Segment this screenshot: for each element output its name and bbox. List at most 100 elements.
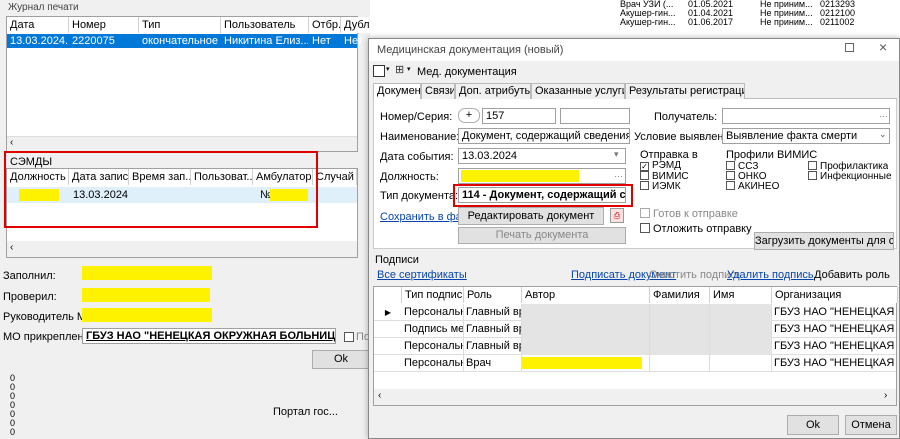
profile-checkbox[interactable] [808, 161, 817, 170]
portal-label: Портал гос... [273, 406, 338, 418]
add-number-button[interactable]: + [458, 108, 480, 123]
signature-surname [650, 355, 710, 372]
delete-signature-link[interactable]: Удалить подпись [727, 269, 814, 281]
condition-select[interactable]: Выявление факта смерти [722, 128, 890, 144]
column-header[interactable]: Организация [772, 287, 898, 303]
table-cell: Никитина Елиз... [224, 35, 308, 47]
dropdown-arrow-icon[interactable]: ▾ [386, 65, 390, 73]
column-header[interactable]: Роль [464, 287, 522, 303]
ellipsis-icon[interactable]: … [614, 169, 623, 179]
signature-type: Подпись ме... [402, 321, 464, 338]
load-docs-button[interactable]: Загрузить документы для связи [754, 232, 894, 250]
column-header[interactable]: Дата записи [69, 169, 129, 185]
tab-4[interactable]: Результаты регистрации [625, 83, 745, 99]
delay-checkbox-row[interactable]: Отложить отправку [640, 223, 752, 235]
print-journal-row[interactable]: 13.03.2024... 2220075 окончательное Никитин… [7, 34, 363, 48]
column-header[interactable]: Тип [139, 17, 221, 33]
doc-type-field[interactable]: 114 - Документ, содержащий свед [458, 187, 626, 203]
calendar-dropdown-icon[interactable]: ▾ [614, 149, 619, 160]
column-header[interactable]: Автор [522, 287, 650, 303]
send-option-checkbox[interactable] [640, 181, 649, 190]
tab-0[interactable]: Документ [373, 83, 421, 99]
dialog-cancel-button[interactable]: Отмена [845, 415, 897, 435]
column-header[interactable]: Пользователь [221, 17, 309, 33]
ready-checkbox-row[interactable]: Готов к отправке [640, 208, 738, 220]
scroll-left-icon[interactable]: ‹ [10, 242, 13, 253]
print-document-button[interactable]: Печать документа [458, 227, 626, 244]
horizontal-scrollbar[interactable]: ‹ [7, 241, 357, 257]
scroll-left-icon[interactable]: ‹ [378, 390, 381, 401]
tab-1[interactable]: Связи [421, 83, 455, 99]
dropdown-arrow-icon[interactable]: ▾ [407, 65, 411, 73]
column-header[interactable]: Номер [69, 17, 139, 33]
table-cell: 2220075 [72, 35, 115, 47]
column-header[interactable]: Амбулатор... [253, 169, 313, 185]
profile-checkbox[interactable] [726, 181, 735, 190]
profile-option-row[interactable]: АКИНЕО [726, 181, 779, 192]
column-header[interactable]: Отбр... [309, 17, 341, 33]
horizontal-scrollbar[interactable]: ‹ [7, 136, 357, 151]
semd-row[interactable]: 13.03.2024 № 1 [7, 187, 357, 203]
add-role-button[interactable]: Добавить роль [814, 269, 890, 281]
recipient-field[interactable] [722, 108, 890, 124]
doc-type-label: Тип документа: [380, 190, 459, 202]
series-field[interactable] [560, 108, 630, 124]
number-field[interactable]: 157 [482, 108, 556, 124]
column-header[interactable]: Имя [710, 287, 772, 303]
row-indicator: ▶ [384, 308, 392, 317]
column-header[interactable]: Фамилия [650, 287, 710, 303]
print-journal-grid: ДатаНомерТипПользовательОтбр...Дубл...Со… [6, 16, 405, 152]
filled-label: Заполнил: [3, 270, 56, 282]
ready-label: Готов к отправке [653, 208, 738, 220]
left-ok-button[interactable]: Ok [312, 350, 370, 369]
tree-icon[interactable]: ⊞ [395, 63, 404, 76]
horizontal-scrollbar[interactable]: ‹ › [374, 389, 896, 405]
send-option-row[interactable]: ИЭМК [640, 181, 681, 192]
position-field[interactable] [458, 168, 626, 184]
ready-checkbox[interactable] [640, 208, 650, 218]
tab-2[interactable]: Доп. атрибуты [455, 83, 531, 99]
chevron-down-icon[interactable]: ⌄ [879, 129, 887, 140]
column-header[interactable]: Случай обр... [313, 169, 357, 185]
maximize-icon[interactable] [845, 43, 854, 52]
ellipsis-icon[interactable]: … [879, 109, 888, 119]
send-option-checkbox[interactable]: ✓ [640, 162, 649, 171]
table-row[interactable]: ▶ Персональн...Главный врач ГБУЗ НАО "НЕНЕ… [374, 304, 898, 321]
column-header[interactable]: Дубл... [341, 17, 373, 33]
signature-type: Персональн... [402, 355, 464, 372]
dialog-ok-button[interactable]: Ok [787, 415, 839, 435]
scroll-left-icon[interactable]: ‹ [10, 137, 13, 148]
event-date-field[interactable]: 13.03.2024 [458, 148, 626, 164]
edit-document-button[interactable]: Редактировать документ [458, 207, 604, 225]
profile-checkbox[interactable] [808, 171, 817, 180]
tab-3[interactable]: Оказанные услуги [531, 83, 625, 99]
all-certs-link[interactable]: Все сертификаты [377, 269, 467, 281]
toolbar-med-doc[interactable]: Мед. документация [417, 66, 517, 78]
column-header[interactable]: Время зап... [129, 169, 191, 185]
send-option-checkbox[interactable] [640, 171, 649, 180]
list-cell: Врач УЗИ (... [620, 0, 674, 9]
mo-field[interactable]: ГБУЗ НАО "НЕНЕЦКАЯ ОКРУЖНАЯ БОЛЬНИЦА" [82, 328, 336, 344]
pdf-icon[interactable]: ⎙ [610, 208, 624, 223]
column-header[interactable]: Пользоват... [191, 169, 253, 185]
column-header[interactable]: Дата [7, 17, 69, 33]
profile-checkbox[interactable] [726, 161, 735, 170]
profile-option-row[interactable]: Инфекционные [808, 171, 892, 182]
table-row[interactable]: Персональн...Главный врач ГБУЗ НАО "НЕНЕЦ… [374, 338, 898, 355]
scroll-right-icon[interactable]: › [884, 390, 887, 401]
delay-checkbox[interactable] [640, 223, 650, 233]
send-option-row[interactable]: ✓ РЭМД [640, 161, 681, 171]
list-cell: Акушер-гин... [620, 9, 676, 18]
column-header[interactable]: Тип подписи [402, 287, 464, 303]
save-icon[interactable] [373, 65, 385, 77]
profile-checkbox[interactable] [726, 171, 735, 180]
close-icon[interactable]: × [879, 39, 887, 55]
name-field[interactable]: Документ, содержащий сведения медицин [458, 128, 630, 144]
table-row[interactable]: Персональн...Врач ГБУЗ НАО "НЕНЕЦКАЯ ОК..… [374, 355, 898, 372]
signatures-grid: Тип подписи Роль Автор Фамилия Имя Организаци… [373, 286, 898, 406]
table-cell: 13.03.2024... [10, 35, 68, 47]
column-header[interactable]: Должность [7, 169, 69, 185]
list-cell: Акушер-гин... [620, 18, 676, 27]
pol-checkbox[interactable] [344, 332, 354, 342]
table-row[interactable]: Подпись ме...Главный врач ГБУЗ НАО "НЕНЕЦ… [374, 321, 898, 338]
